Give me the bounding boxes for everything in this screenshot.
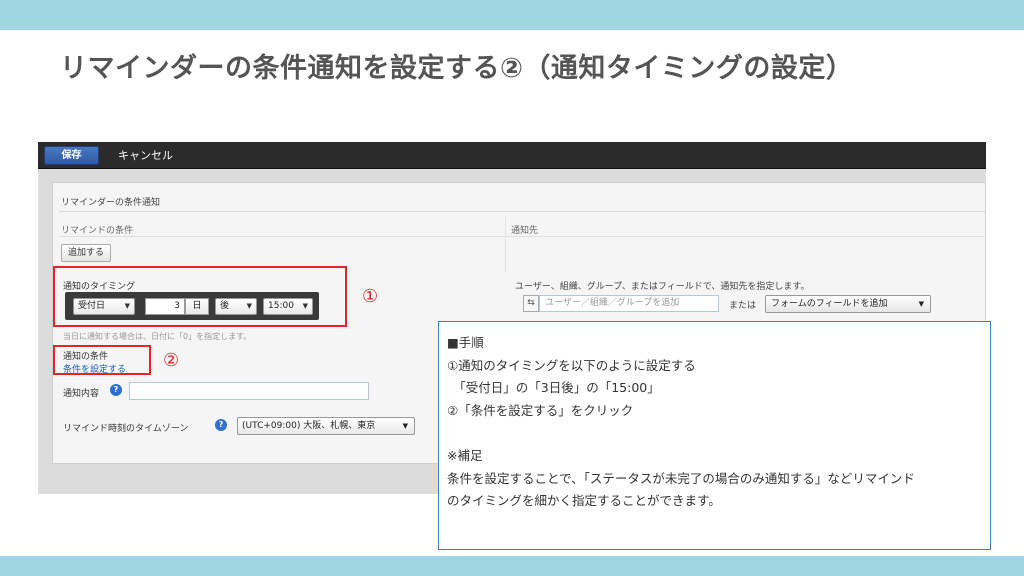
- column-divider: [505, 217, 506, 272]
- column-header-condition: リマインドの条件: [61, 226, 134, 236]
- destination-input[interactable]: ユーザー／組織／グループを追加: [539, 295, 719, 312]
- user-picker-icon[interactable]: ⇆: [523, 295, 539, 312]
- note-line: ①通知のタイミングを以下のように設定する: [447, 357, 696, 373]
- question-icon[interactable]: ?: [110, 384, 122, 396]
- note-line: 条件を設定することで、「ステータスが未完了の場合のみ通知する」などリマインド: [447, 470, 915, 486]
- question-icon[interactable]: ?: [215, 419, 227, 431]
- divider: [59, 211, 985, 212]
- note-line: ②「条件を設定する」をクリック: [447, 402, 634, 418]
- field-select-value: フォームのフィールドを追加: [771, 299, 888, 309]
- highlight-box-condition: [53, 345, 151, 375]
- timezone-label: リマインド時刻のタイムゾーン: [63, 424, 189, 434]
- step-marker-2: ②: [163, 350, 180, 371]
- top-band: [0, 0, 1024, 30]
- timing-hint: 当日に通知する場合は、日付に「0」を指定します。: [63, 332, 252, 341]
- save-button[interactable]: 保存: [44, 146, 99, 165]
- highlight-box-timing: [53, 266, 347, 327]
- note-line: [447, 422, 982, 445]
- content-label: 通知内容: [63, 389, 100, 399]
- content-input[interactable]: [129, 382, 369, 400]
- caret-down-icon: ▼: [918, 300, 924, 308]
- note-line: 「受付日」の「3日後」の「15:00」: [447, 380, 660, 396]
- toolbar: 保存 キャンセル: [38, 142, 986, 169]
- note-line: ■手順: [447, 335, 484, 350]
- step-marker-1: ①: [362, 286, 379, 307]
- or-label: または: [729, 301, 757, 311]
- caret-down-icon: ▼: [402, 422, 408, 430]
- add-button[interactable]: 追加する: [61, 244, 112, 262]
- note-line: のタイミングを細かく指定することができます。: [447, 493, 721, 509]
- note-line: ※補足: [447, 447, 483, 463]
- panel-title: リマインダーの条件通知: [61, 198, 161, 208]
- bottom-band: [0, 556, 1024, 576]
- timezone-select[interactable]: (UTC+09:00) 大阪、札幌、東京 ▼: [237, 417, 415, 435]
- slide-title: リマインダーの条件通知を設定する②（通知タイミングの設定）: [60, 53, 854, 84]
- divider: [59, 236, 985, 237]
- field-select[interactable]: フォームのフィールドを追加 ▼: [765, 295, 931, 313]
- timezone-value: (UTC+09:00) 大阪、札幌、東京: [242, 421, 376, 431]
- destination-description: ユーザー、組織、グループ、またはフィールドで、通知先を指定します。: [515, 282, 810, 292]
- instruction-note: ■手順 ①通知のタイミングを以下のように設定する 「受付日」の「3日後」の「15…: [438, 321, 991, 550]
- column-header-destination: 通知先: [511, 226, 539, 236]
- cancel-button[interactable]: キャンセル: [118, 146, 173, 165]
